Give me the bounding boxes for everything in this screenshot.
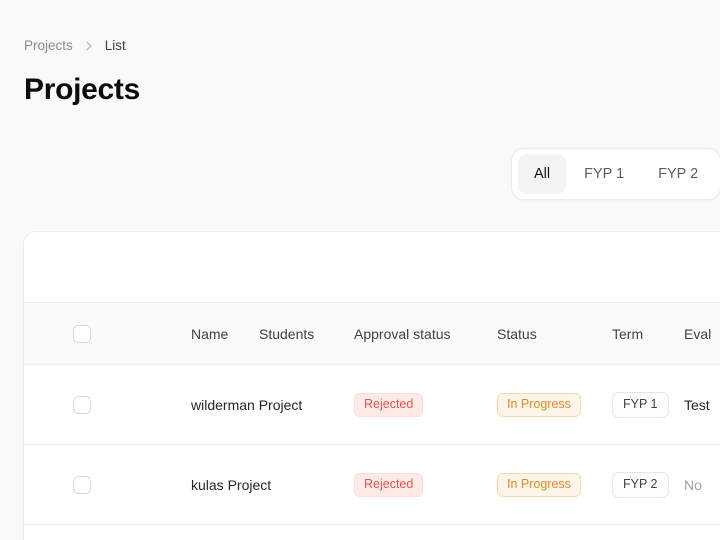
column-header-name[interactable]: Name	[96, 302, 259, 365]
cell-status: In Progress	[497, 444, 612, 525]
cell-term: FYP 1	[612, 525, 684, 540]
status-badge-in-progress: In Progress	[497, 472, 581, 497]
table-header: Name Students Approval status Status Ter…	[24, 302, 720, 365]
breadcrumb-item-list[interactable]: List	[105, 36, 126, 56]
status-badge-in-progress: In Progress	[497, 392, 581, 417]
status-badge-rejected: Rejected	[354, 392, 424, 417]
column-header-term[interactable]: Term	[612, 302, 684, 365]
row-select-cell	[24, 525, 96, 540]
table-header-row: Name Students Approval status Status Ter…	[24, 302, 720, 365]
cell-name: kulas Project	[96, 444, 271, 525]
cell-approval-status: Rejected	[354, 364, 497, 445]
table-row[interactable]: Approved Completed FYP 1	[24, 525, 720, 540]
column-header-select	[24, 302, 96, 365]
projects-table: Name Students Approval status Status Ter…	[24, 302, 720, 540]
table-toolbar	[24, 232, 720, 302]
column-header-approval-status[interactable]: Approval status	[354, 302, 497, 365]
cell-status: Completed	[497, 525, 612, 540]
cell-evaluation: Test	[684, 364, 720, 445]
term-pill: FYP 2	[612, 471, 669, 498]
term-filter-tabs: All FYP 1 FYP 2	[511, 148, 720, 200]
breadcrumb-item-projects[interactable]: Projects	[24, 36, 73, 56]
table-body: wilderman Project Rejected In Progress F…	[24, 364, 720, 540]
cell-students	[259, 525, 354, 540]
row-checkbox[interactable]	[73, 475, 91, 494]
row-checkbox[interactable]	[73, 395, 91, 414]
breadcrumb: Projects List	[24, 36, 126, 56]
cell-evaluation	[684, 525, 720, 540]
row-select-cell	[24, 444, 96, 525]
cell-term: FYP 1	[612, 364, 684, 445]
column-header-evaluation[interactable]: Eval	[684, 302, 720, 365]
tab-fyp-2[interactable]: FYP 2	[642, 154, 714, 194]
projects-list-page: Projects List Projects All FYP 1 FYP 2 N…	[0, 0, 720, 540]
row-select-cell	[24, 364, 96, 445]
term-pill: FYP 1	[612, 391, 669, 418]
tab-all[interactable]: All	[518, 154, 567, 194]
table-row[interactable]: wilderman Project Rejected In Progress F…	[24, 364, 720, 445]
cell-name	[96, 525, 259, 540]
column-header-students[interactable]: Students	[259, 302, 354, 365]
cell-evaluation: No	[684, 444, 720, 525]
table-row[interactable]: kulas Project Rejected In Progress FYP 2…	[24, 444, 720, 525]
tab-fyp-1[interactable]: FYP 1	[568, 154, 640, 194]
column-header-status[interactable]: Status	[497, 302, 612, 365]
cell-name: wilderman Project	[96, 364, 302, 445]
status-badge-rejected: Rejected	[354, 472, 424, 497]
cell-students	[259, 444, 354, 525]
cell-approval-status: Rejected	[354, 444, 497, 525]
chevron-right-icon	[83, 40, 95, 52]
evaluation-value: Test	[684, 396, 710, 413]
page-title: Projects	[24, 73, 140, 106]
select-all-checkbox[interactable]	[73, 324, 91, 343]
cell-term: FYP 2	[612, 444, 684, 525]
evaluation-value: No	[684, 476, 702, 493]
projects-table-card: Name Students Approval status Status Ter…	[23, 231, 720, 540]
cell-approval-status: Approved	[354, 525, 497, 540]
cell-status: In Progress	[497, 364, 612, 445]
